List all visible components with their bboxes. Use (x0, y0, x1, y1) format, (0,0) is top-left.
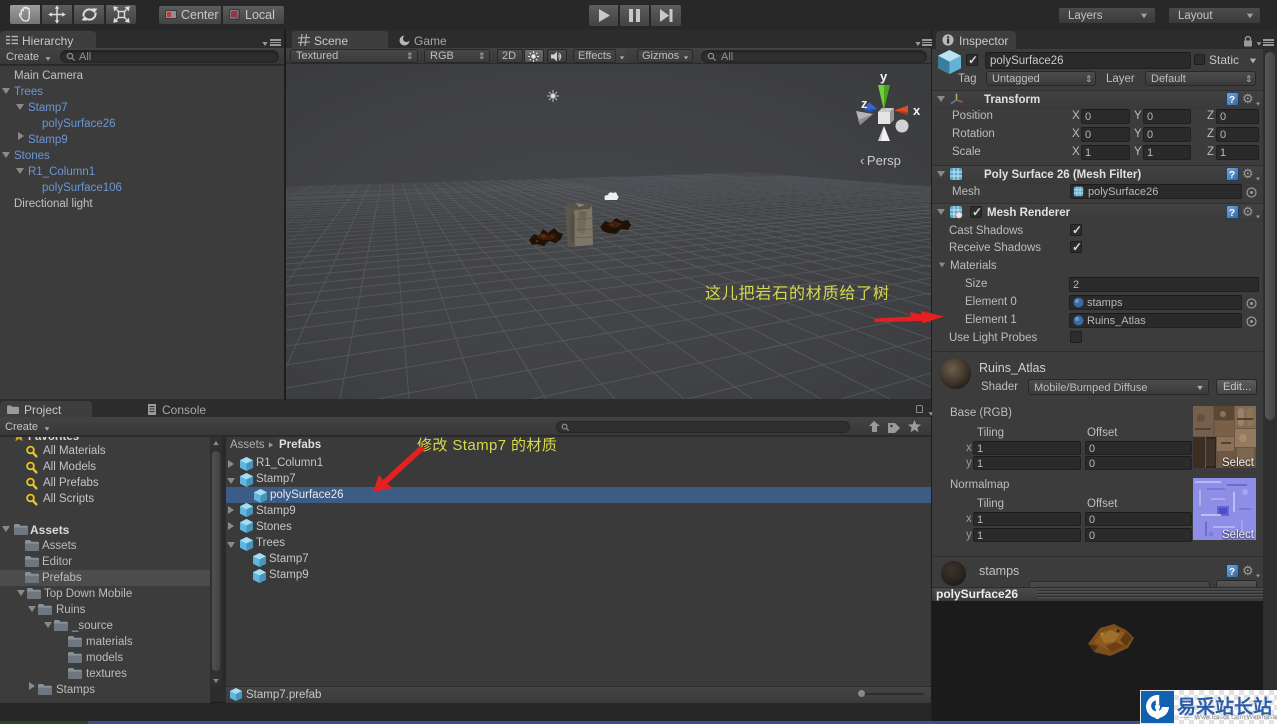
svg-text:‹ Persp: ‹ Persp (860, 153, 901, 168)
svg-text:z: z (861, 96, 868, 111)
svg-text:x: x (913, 103, 921, 118)
svg-text:这儿把岩石的材质给了树: 这儿把岩石的材质给了树 (705, 285, 890, 303)
svg-text:y: y (880, 69, 888, 84)
